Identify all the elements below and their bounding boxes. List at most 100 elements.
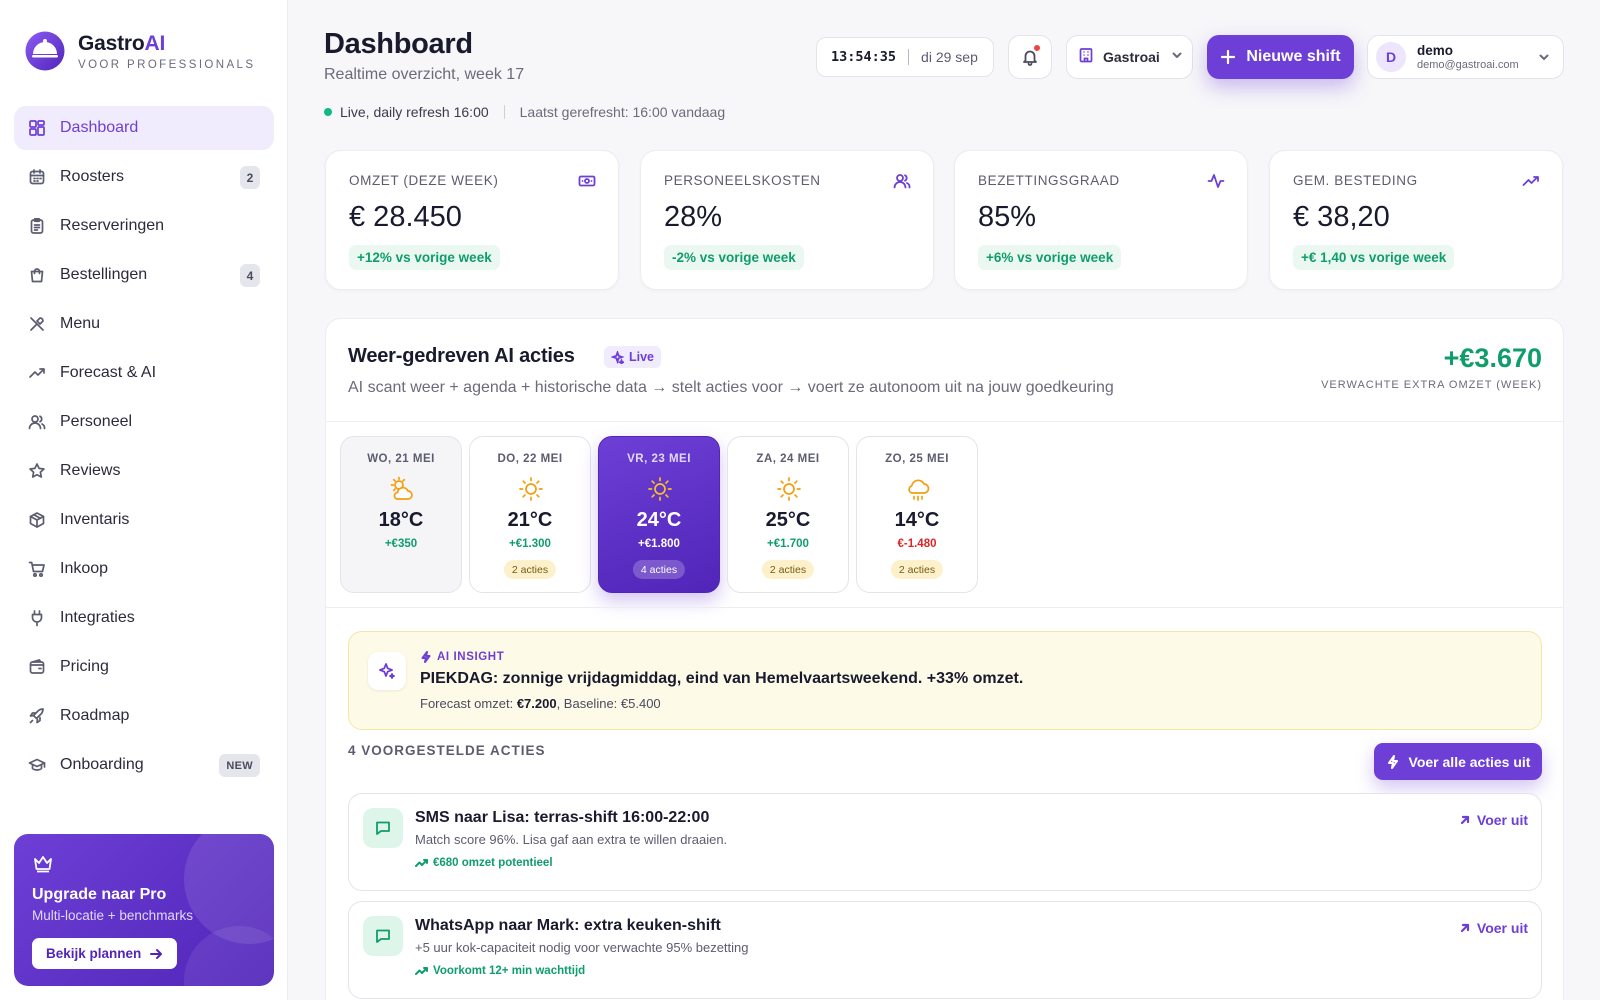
activity-icon bbox=[1207, 172, 1225, 190]
sidebar-item-label: Onboarding bbox=[60, 756, 144, 773]
sidebar-item-menu[interactable]: Menu bbox=[14, 302, 274, 346]
cloud-sun-icon bbox=[388, 475, 416, 503]
view-plans-label: Bekijk plannen bbox=[46, 946, 142, 961]
execute-action-button[interactable]: Voer uit bbox=[1459, 920, 1528, 936]
arrow-up-right-icon bbox=[1460, 923, 1470, 933]
day-revenue-delta: +€350 bbox=[384, 538, 418, 550]
building-icon bbox=[1078, 47, 1094, 68]
sun-icon bbox=[646, 475, 674, 503]
day-label: VR, 23 MEI bbox=[627, 453, 691, 465]
upgrade-subtitle: Multi-locatie + benchmarks bbox=[32, 908, 193, 923]
user-email: demo@gastroai.com bbox=[1417, 59, 1519, 71]
kpi-card-avg-spend[interactable]: GEM. BESTEDING € 38,20 +€ 1,40 vs vorige… bbox=[1269, 150, 1563, 290]
forecast-value: €7.200 bbox=[516, 696, 557, 711]
sidebar-item-forecast[interactable]: Forecast & AI bbox=[14, 351, 274, 395]
action-impact-text: €680 omzet potentieel bbox=[433, 856, 553, 869]
decorative-circle bbox=[184, 926, 274, 986]
action-card: WhatsApp naar Mark: extra keuken-shift +… bbox=[348, 901, 1542, 999]
brand[interactable]: GastroAI VOOR PROFESSIONALS bbox=[24, 30, 255, 72]
message-icon bbox=[363, 808, 403, 848]
weather-day-card[interactable]: VR, 23 MEI 24°C +€1.800 4 acties bbox=[598, 436, 720, 593]
sidebar-item-dashboard[interactable]: Dashboard bbox=[14, 106, 274, 150]
clock-time: 13:54:35 bbox=[831, 49, 897, 65]
day-temperature: 21°C bbox=[507, 509, 553, 531]
sidebar-item-label: Roosters bbox=[60, 168, 125, 185]
day-temperature: 18°C bbox=[378, 509, 424, 531]
weather-day-card[interactable]: WO, 21 MEI 18°C +€350 bbox=[340, 436, 462, 593]
users-icon bbox=[28, 413, 46, 431]
day-label: WO, 21 MEI bbox=[367, 453, 435, 465]
arrow-right-icon bbox=[150, 948, 163, 959]
divider bbox=[908, 49, 910, 65]
sidebar-item-roadmap[interactable]: Roadmap bbox=[14, 694, 274, 738]
sidebar-item-label: Pricing bbox=[60, 658, 109, 675]
kpi-change-badge: +6% vs vorige week bbox=[978, 245, 1122, 270]
brand-name: GastroAI bbox=[78, 31, 166, 55]
insight-title: PIEKDAG: zonnige vrijdagmiddag, eind van… bbox=[420, 670, 1024, 687]
plug-icon bbox=[28, 609, 46, 627]
user-menu[interactable]: D demo demo@gastroai.com bbox=[1367, 35, 1564, 79]
page-title: Dashboard bbox=[324, 28, 473, 60]
live-status-text: Live, daily refresh 16:00 bbox=[340, 104, 489, 120]
live-badge: Live bbox=[604, 346, 662, 368]
weather-day-card[interactable]: ZA, 24 MEI 25°C +€1.700 2 acties bbox=[727, 436, 849, 593]
suggested-actions-heading: 4 VOORGESTELDE ACTIES bbox=[348, 743, 546, 758]
notification-dot bbox=[1033, 44, 1041, 52]
kpi-value: € 28.450 bbox=[349, 201, 462, 233]
kpi-value: € 38,20 bbox=[1293, 201, 1390, 233]
action-title: SMS naar Lisa: terras-shift 16:00-22:00 bbox=[415, 809, 710, 826]
execute-action-label: Voer uit bbox=[1476, 920, 1528, 936]
sidebar-item-roosters[interactable]: Roosters 2 bbox=[14, 155, 274, 199]
notifications-button[interactable] bbox=[1008, 35, 1052, 79]
day-actions-badge: 4 acties bbox=[632, 560, 686, 579]
kpi-card-revenue[interactable]: OMZET (DEZE WEEK) € 28.450 +12% vs vorig… bbox=[325, 150, 619, 290]
run-all-actions-button[interactable]: Voer alle acties uit bbox=[1374, 743, 1542, 780]
sidebar-item-bestellingen[interactable]: Bestellingen 4 bbox=[14, 253, 274, 297]
day-label: ZO, 25 MEI bbox=[885, 453, 949, 465]
panel-subtitle: AI scant weer + agenda + historische dat… bbox=[348, 379, 1114, 396]
kpi-card-occupancy[interactable]: BEZETTINGSGRAAD 85% +6% vs vorige week bbox=[954, 150, 1248, 290]
user-name: demo bbox=[1417, 43, 1454, 58]
insight-forecast: Forecast omzet: €7.200, Baseline: €5.400 bbox=[420, 696, 661, 711]
live-status: Live, daily refresh 16:00 Laatst gerefre… bbox=[324, 104, 725, 120]
sidebar-item-reserveringen[interactable]: Reserveringen bbox=[14, 204, 274, 248]
organization-select[interactable]: Gastroai bbox=[1066, 35, 1193, 79]
sidebar-item-pricing[interactable]: Pricing bbox=[14, 645, 274, 689]
sidebar-item-label: Forecast & AI bbox=[60, 364, 157, 381]
sidebar-item-inkoop[interactable]: Inkoop bbox=[14, 547, 274, 591]
day-actions-badge: 2 acties bbox=[503, 560, 557, 579]
execute-action-button[interactable]: Voer uit bbox=[1459, 812, 1528, 828]
sidebar-item-integraties[interactable]: Integraties bbox=[14, 596, 274, 640]
lightning-icon bbox=[1387, 754, 1398, 769]
sidebar-item-personeel[interactable]: Personeel bbox=[14, 400, 274, 444]
weather-day-card[interactable]: ZO, 25 MEI 14°C €-1.480 2 acties bbox=[856, 436, 978, 593]
day-revenue-delta: +€1.300 bbox=[509, 538, 551, 550]
kpi-card-staff-costs[interactable]: PERSONEELSKOSTEN 28% -2% vs vorige week bbox=[640, 150, 934, 290]
cart-icon bbox=[28, 560, 46, 578]
sidebar-nav: Dashboard Roosters 2 Reserveringen Beste… bbox=[14, 106, 274, 792]
day-actions-badge: 2 acties bbox=[761, 560, 815, 579]
arrow-up-right-icon bbox=[1460, 815, 1470, 825]
sidebar-item-label: Bestellingen bbox=[60, 266, 148, 283]
ai-insight-box: AI INSIGHT PIEKDAG: zonnige vrijdagmidda… bbox=[348, 631, 1542, 730]
clipboard-icon bbox=[28, 217, 46, 235]
sidebar-item-reviews[interactable]: Reviews bbox=[14, 449, 274, 493]
weather-actions-panel: Weer-gedreven AI acties Live AI scant we… bbox=[325, 318, 1564, 1000]
view-plans-button[interactable]: Bekijk plannen bbox=[32, 938, 178, 969]
sidebar-item-inventaris[interactable]: Inventaris bbox=[14, 498, 274, 542]
weather-day-card[interactable]: DO, 22 MEI 21°C +€1.300 2 acties bbox=[469, 436, 591, 593]
kpi-label: PERSONEELSKOSTEN bbox=[664, 173, 821, 188]
new-shift-button[interactable]: Nieuwe shift bbox=[1207, 35, 1354, 79]
trending-up-icon bbox=[28, 364, 46, 382]
kpi-change-badge: +€ 1,40 vs vorige week bbox=[1293, 245, 1455, 270]
day-revenue-delta: +€1.700 bbox=[767, 538, 809, 550]
organization-name: Gastroai bbox=[1103, 49, 1160, 65]
crown-icon bbox=[32, 852, 54, 874]
day-temperature: 14°C bbox=[894, 509, 940, 531]
clock-display: 13:54:35 di 29 sep bbox=[816, 37, 994, 77]
sidebar-item-onboarding[interactable]: Onboarding NEW bbox=[14, 743, 274, 787]
star-icon bbox=[28, 462, 46, 480]
lightning-icon bbox=[421, 651, 431, 663]
sparkles-icon bbox=[368, 652, 406, 690]
count-badge: 4 bbox=[240, 264, 260, 287]
